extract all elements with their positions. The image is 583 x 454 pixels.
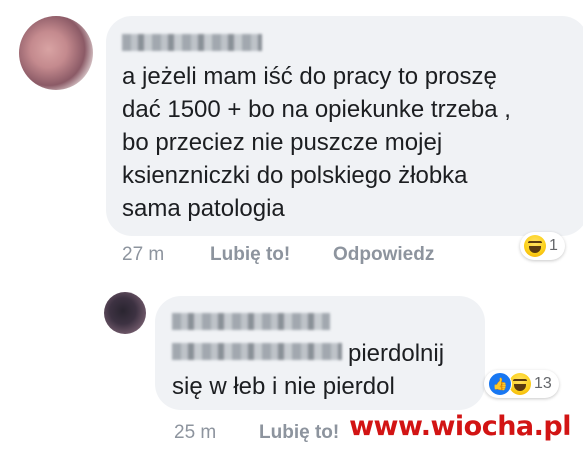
haha-emoji-icon	[524, 235, 546, 257]
site-watermark: www.wiocha.pl	[349, 411, 571, 442]
reply-reaction-count: 13	[534, 375, 552, 392]
reply-link[interactable]: Odpowiedz	[333, 244, 434, 266]
comment-timestamp[interactable]: 27 m	[122, 244, 164, 266]
author-name-pixelated[interactable]	[122, 34, 262, 51]
reaction-summary[interactable]: 1	[520, 232, 565, 260]
reply-text-line1: pierdolnij	[348, 340, 445, 367]
reply-reaction-summary[interactable]: 👍 13	[484, 370, 559, 398]
reply-mention-pixelated[interactable]	[172, 343, 342, 360]
reply-timestamp[interactable]: 25 m	[174, 422, 216, 444]
reply-avatar[interactable]	[104, 292, 146, 334]
comment-text: a jeżeli mam iść do pracy to proszę dać …	[122, 63, 511, 222]
like-thumb-icon: 👍	[488, 372, 512, 396]
haha-emoji-icon	[509, 373, 531, 395]
reply-like-link[interactable]: Lubię to!	[259, 422, 339, 444]
reply-text-line2: się w łeb i nie pierdol	[172, 373, 395, 400]
commenter-avatar[interactable]	[19, 16, 93, 90]
reaction-count: 1	[549, 237, 558, 254]
like-link[interactable]: Lubię to!	[210, 244, 290, 266]
reply-author-name-pixelated[interactable]	[172, 313, 330, 330]
